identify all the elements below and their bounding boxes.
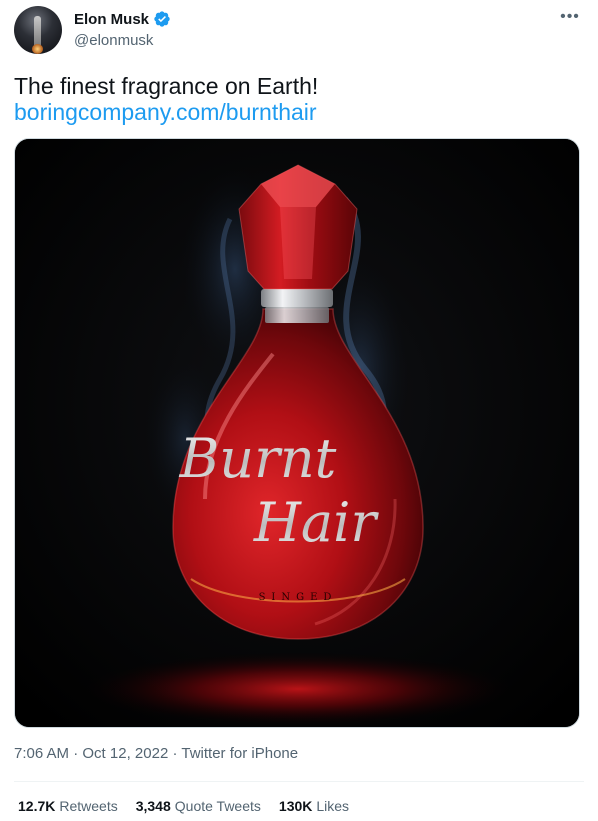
tweet-link[interactable]: boringcompany.com/burnthair bbox=[14, 98, 317, 126]
author-name-row: Elon Musk bbox=[74, 10, 171, 28]
quote-tweets-stat[interactable]: 3,348 Quote Tweets bbox=[136, 798, 261, 814]
tweet-metadata: 7:06 AM · Oct 12, 2022 · Twitter for iPh… bbox=[14, 745, 298, 762]
bottle-label-line1: Burnt bbox=[179, 427, 337, 490]
more-options-icon[interactable]: ••• bbox=[558, 8, 582, 32]
tweet-text: The finest fragrance on Earth! bbox=[14, 73, 319, 99]
retweets-count: 12.7K bbox=[18, 798, 56, 814]
tweet-date[interactable]: Oct 12, 2022 bbox=[82, 745, 168, 762]
engagement-stats: 12.7K Retweets 3,348 Quote Tweets 130K L… bbox=[18, 798, 349, 814]
bottle-label-line2: Hair bbox=[253, 491, 380, 554]
rocket-image bbox=[34, 16, 41, 46]
likes-label: Likes bbox=[316, 798, 350, 814]
likes-count: 130K bbox=[278, 798, 313, 814]
verified-badge-icon bbox=[153, 10, 171, 28]
tweet: Elon Musk @elonmusk ••• The finest fragr… bbox=[0, 0, 598, 821]
likes-stat[interactable]: 130K Likes bbox=[279, 798, 349, 814]
bottle-brand-label: SINGED bbox=[259, 592, 338, 603]
tweet-media-image[interactable]: Burnt Hair SINGED bbox=[14, 138, 580, 728]
quote-tweets-count: 3,348 bbox=[135, 798, 171, 814]
author-display-name[interactable]: Elon Musk bbox=[74, 11, 149, 28]
divider bbox=[14, 781, 584, 782]
perfume-bottle-illustration: Burnt Hair SINGED bbox=[15, 139, 579, 727]
meta-separator-2: · bbox=[172, 745, 178, 762]
avatar[interactable] bbox=[14, 6, 62, 54]
meta-separator: · bbox=[73, 745, 79, 762]
flame-image bbox=[32, 44, 43, 54]
retweets-stat[interactable]: 12.7K Retweets bbox=[18, 798, 118, 814]
retweets-label: Retweets bbox=[59, 798, 118, 814]
tweet-source[interactable]: Twitter for iPhone bbox=[181, 745, 298, 762]
quote-tweets-label: Quote Tweets bbox=[174, 798, 261, 814]
tweet-time[interactable]: 7:06 AM bbox=[14, 745, 69, 762]
author-handle[interactable]: @elonmusk bbox=[74, 32, 153, 49]
